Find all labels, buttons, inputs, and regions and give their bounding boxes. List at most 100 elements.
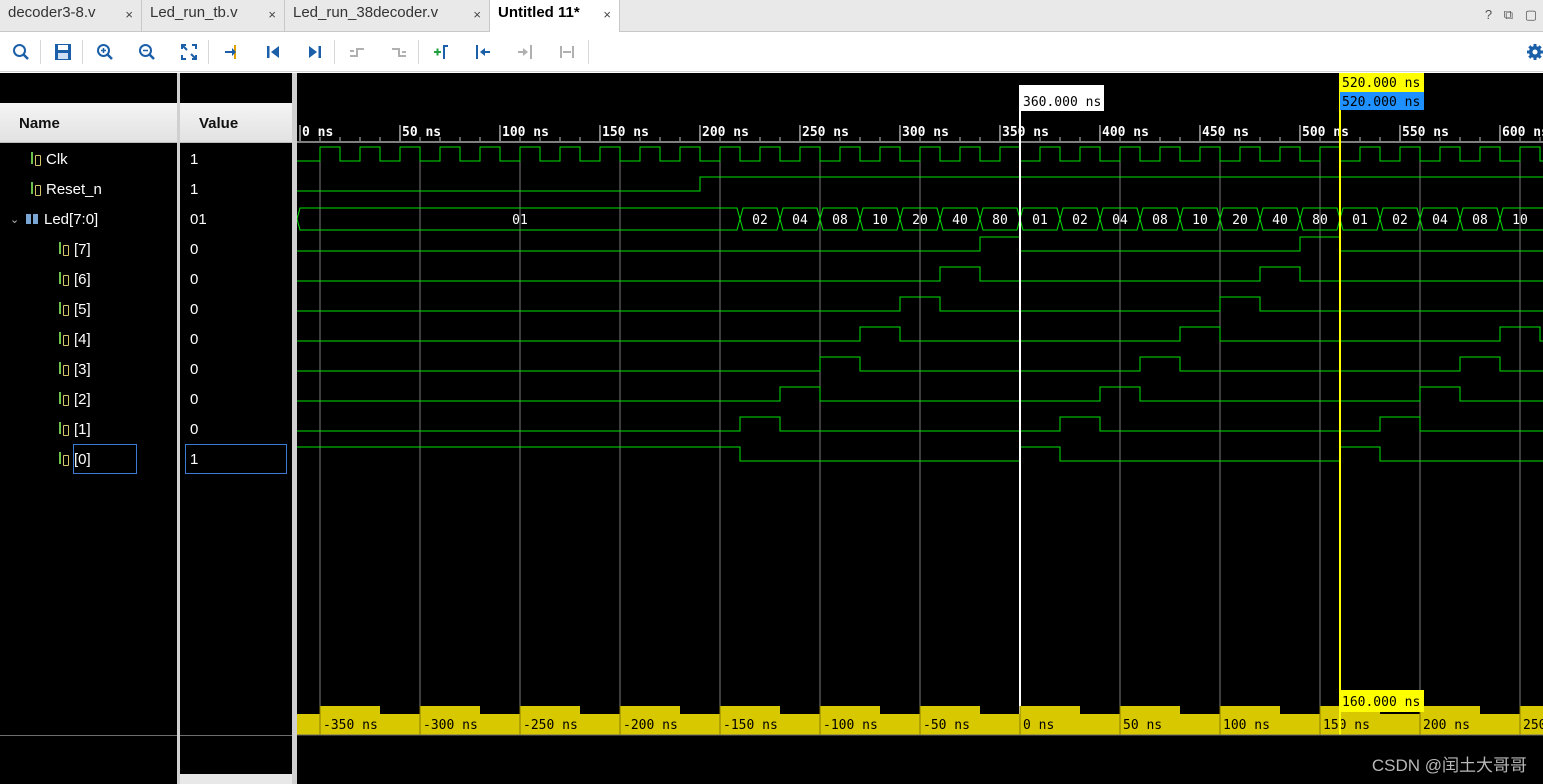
add-marker-icon[interactable]	[428, 39, 454, 65]
signal-row-led-4[interactable]: [4]	[58, 324, 91, 354]
maximize-icon[interactable]: ▢	[1525, 7, 1537, 22]
relative-tick-label: -150 ns	[723, 718, 778, 733]
signal-value-pane: Value 1 1 01 0 0 0 0 0 0 0 1	[180, 73, 292, 784]
bus-value-label: 01	[512, 213, 528, 228]
relative-tick-label: -100 ns	[823, 718, 878, 733]
bus-value-label: 08	[832, 213, 848, 228]
tab-led-run-38decoder[interactable]: Led_run_38decoder.v ×	[285, 0, 490, 31]
signal-name: [1]	[74, 420, 91, 438]
previous-transition-icon[interactable]	[344, 39, 370, 65]
bus-value-label: 40	[952, 213, 968, 228]
signal-row-led-3[interactable]: [3]	[58, 354, 91, 384]
tab-led-run-tb[interactable]: Led_run_tb.v ×	[142, 0, 285, 31]
next-marker-icon[interactable]	[512, 39, 538, 65]
bus-value-label: 20	[1232, 213, 1248, 228]
signal-row-reset-n[interactable]: Reset_n	[30, 174, 102, 204]
tab-untitled-11[interactable]: Untitled 11* ×	[490, 0, 620, 32]
search-icon[interactable]	[8, 39, 34, 65]
relative-tick-tab	[1420, 706, 1480, 714]
signal-row-led-2[interactable]: [2]	[58, 384, 91, 414]
close-icon[interactable]: ×	[125, 7, 133, 22]
name-column-header[interactable]: Name	[0, 103, 177, 143]
value-pane-scrollbar[interactable]	[180, 774, 292, 784]
bus-value-label: 10	[1192, 213, 1208, 228]
relative-tick-tab	[920, 706, 980, 714]
cursor-label: 520.000 ns	[1342, 76, 1420, 91]
waveform-clk	[297, 146, 1543, 162]
go-to-cursor-icon[interactable]	[218, 39, 244, 65]
time-tick-label: 450 ns	[1202, 125, 1249, 140]
signal-row-clk[interactable]: Clk	[30, 144, 68, 174]
close-icon[interactable]: ×	[603, 7, 611, 22]
bus-value-label: 04	[1432, 213, 1448, 228]
relative-tick-tab	[1220, 706, 1280, 714]
marker-label: 360.000 ns	[1023, 95, 1101, 110]
signal-name-pane: Name Clk Reset_n ⌄ Led[7:0] [7] [6] [5] …	[0, 73, 177, 784]
zoom-fit-icon[interactable]	[176, 39, 202, 65]
previous-marker-icon[interactable]	[470, 39, 496, 65]
signal-name: [4]	[74, 330, 91, 348]
waveform-canvas[interactable]: 0 ns 50 ns 100 ns 150 ns 200 ns 250 ns 300 ns 3…	[297, 73, 1543, 784]
time-tick-label: 150 ns	[602, 125, 649, 140]
signal-row-led[interactable]: ⌄ Led[7:0]	[10, 204, 98, 234]
signal-row-led-5[interactable]: [5]	[58, 294, 91, 324]
tab-decoder3-8[interactable]: decoder3-8.v ×	[0, 0, 142, 31]
bus-value-label: 01	[1352, 213, 1368, 228]
zoom-out-icon[interactable]	[134, 39, 160, 65]
relative-tick-tab	[820, 706, 880, 714]
bus-value-label: 01	[1032, 213, 1048, 228]
restore-icon[interactable]: ⧉	[1504, 7, 1513, 22]
bus-value-label: 10	[1512, 213, 1528, 228]
chevron-down-icon[interactable]: ⌄	[10, 213, 22, 226]
signal-bit-icon	[58, 302, 69, 316]
relative-tick-label: 50 ns	[1123, 718, 1162, 733]
delta-label: 160.000 ns	[1342, 695, 1420, 710]
bus-value-label: 04	[792, 213, 808, 228]
time-tick-label: 550 ns	[1402, 125, 1449, 140]
signal-bit-icon	[30, 152, 41, 166]
bus-value-label: 08	[1472, 213, 1488, 228]
bus-value-label: 80	[992, 213, 1008, 228]
signal-bit-icon	[58, 272, 69, 286]
go-to-last-time-icon[interactable]	[302, 39, 328, 65]
signal-name: Clk	[46, 150, 68, 168]
gear-icon[interactable]	[1522, 39, 1543, 65]
signal-row-led-1[interactable]: [1]	[58, 414, 91, 444]
relative-tick-label: 250	[1523, 718, 1543, 733]
time-tick-label: 100 ns	[502, 125, 549, 140]
swap-cursors-icon[interactable]	[554, 39, 580, 65]
relative-tick-tab	[520, 706, 580, 714]
bus-signal-icon	[26, 214, 38, 224]
relative-tick-tab	[1120, 706, 1180, 714]
bus-value-label: 02	[1072, 213, 1088, 228]
time-tick-label: 500 ns	[1302, 125, 1349, 140]
go-to-time-zero-icon[interactable]	[260, 39, 286, 65]
bus-value-label: 02	[752, 213, 768, 228]
relative-tick-tab	[1520, 706, 1543, 714]
editor-tab-bar: decoder3-8.v × Led_run_tb.v × Led_run_38…	[0, 0, 1543, 32]
signal-value: 0	[190, 240, 199, 258]
signal-bit-icon	[58, 362, 69, 376]
signal-row-led-7[interactable]: [7]	[58, 234, 91, 264]
selected-signal-name-box	[73, 444, 137, 474]
tab-label: Led_run_38decoder.v	[293, 4, 439, 21]
signal-name: [3]	[74, 360, 91, 378]
next-transition-icon[interactable]	[386, 39, 412, 65]
zoom-in-icon[interactable]	[92, 39, 118, 65]
tab-label: decoder3-8.v	[8, 4, 96, 21]
window-controls: ? ⧉ ▢	[1477, 7, 1537, 23]
signal-bit-icon	[30, 182, 41, 196]
relative-tick-label: 0 ns	[1023, 718, 1054, 733]
signal-name: Led[7:0]	[44, 210, 99, 228]
signal-row-led-6[interactable]: [6]	[58, 264, 91, 294]
signal-name: [7]	[74, 240, 91, 258]
help-icon[interactable]: ?	[1485, 7, 1492, 22]
bus-value-label: 20	[912, 213, 928, 228]
close-icon[interactable]: ×	[473, 7, 481, 22]
signal-value: 0	[190, 360, 199, 378]
save-icon[interactable]	[50, 39, 76, 65]
close-icon[interactable]: ×	[268, 7, 276, 22]
value-column-header[interactable]: Value	[180, 103, 292, 143]
bus-value-label: 10	[872, 213, 888, 228]
relative-tick-tab	[620, 706, 680, 714]
